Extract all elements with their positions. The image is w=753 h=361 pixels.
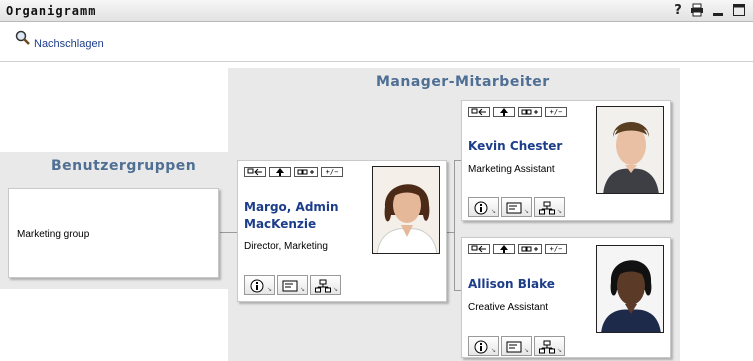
reports-connector-vertical: [454, 160, 455, 290]
show-as-root-button[interactable]: [244, 167, 266, 177]
report-name[interactable]: Kevin Chester: [468, 138, 562, 155]
user-groups-title: Benutzergruppen: [51, 158, 197, 174]
show-as-root-button[interactable]: [468, 107, 490, 117]
go-up-button[interactable]: [493, 107, 515, 117]
toolbar: Nachschlagen: [0, 22, 753, 62]
report-card: +/− Kevin Chester Marketing Assistant ↘ …: [461, 100, 671, 221]
report-title: Marketing Assistant: [468, 164, 555, 175]
info-button[interactable]: ↘: [244, 275, 275, 295]
report-card: +/− Allison Blake Creative Assistant ↘ ↘…: [461, 237, 671, 358]
show-as-root-button[interactable]: [468, 244, 490, 254]
expand-collapse-button[interactable]: +/−: [321, 167, 343, 177]
go-up-button[interactable]: [493, 244, 515, 254]
manager-card: +/− Margo, Admin MacKenzie Director, Mar…: [237, 160, 447, 302]
expand-tree-button[interactable]: [294, 167, 318, 177]
org-chart-button[interactable]: ↘: [310, 275, 341, 295]
report-title: Creative Assistant: [468, 302, 549, 313]
print-icon[interactable]: [689, 3, 705, 19]
manager-actions: ↘ ↘ ↘: [244, 275, 341, 295]
magnifier-icon: [14, 29, 32, 50]
manager-name-line1[interactable]: Margo, Admin: [244, 199, 339, 216]
manager-title: Director, Marketing: [244, 241, 328, 252]
maximize-icon[interactable]: [731, 3, 747, 19]
go-up-button[interactable]: [269, 167, 291, 177]
email-button[interactable]: ↘: [501, 197, 532, 217]
lookup-label: Nachschlagen: [34, 38, 104, 50]
org-chart-button[interactable]: ↘: [534, 336, 565, 356]
expand-collapse-button[interactable]: +/−: [545, 107, 567, 117]
manager-employee-title: Manager-Mitarbeiter: [376, 74, 550, 90]
report-actions: ↘ ↘ ↘: [468, 336, 565, 356]
help-icon[interactable]: ?: [670, 3, 686, 19]
report-photo: [596, 106, 664, 194]
card-controls: +/−: [244, 167, 343, 177]
reports-connector-top: [454, 160, 461, 161]
expand-collapse-button[interactable]: +/−: [545, 244, 567, 254]
info-button[interactable]: ↘: [468, 197, 499, 217]
manager-connector: [447, 232, 454, 233]
report-photo: [596, 245, 664, 333]
report-name[interactable]: Allison Blake: [468, 276, 555, 293]
expand-tree-button[interactable]: [518, 244, 542, 254]
manager-name-line2[interactable]: MacKenzie: [244, 216, 316, 233]
info-button[interactable]: ↘: [468, 336, 499, 356]
org-chart-button[interactable]: ↘: [534, 197, 565, 217]
email-button[interactable]: ↘: [501, 336, 532, 356]
lookup-button[interactable]: Nachschlagen: [14, 26, 104, 50]
group-card[interactable]: Marketing group: [8, 188, 219, 278]
window-title: Organigramm: [6, 4, 97, 18]
email-button[interactable]: ↘: [277, 275, 308, 295]
group-item[interactable]: Marketing group: [17, 229, 89, 240]
card-controls: +/−: [468, 107, 567, 117]
title-bar: Organigramm ?: [0, 0, 753, 22]
group-connector: [220, 232, 237, 233]
expand-tree-button[interactable]: [518, 107, 542, 117]
report-actions: ↘ ↘ ↘: [468, 197, 565, 217]
reports-connector-bottom: [454, 290, 461, 291]
manager-photo: [372, 166, 440, 254]
card-controls: +/−: [468, 244, 567, 254]
minimize-icon[interactable]: [710, 3, 726, 19]
